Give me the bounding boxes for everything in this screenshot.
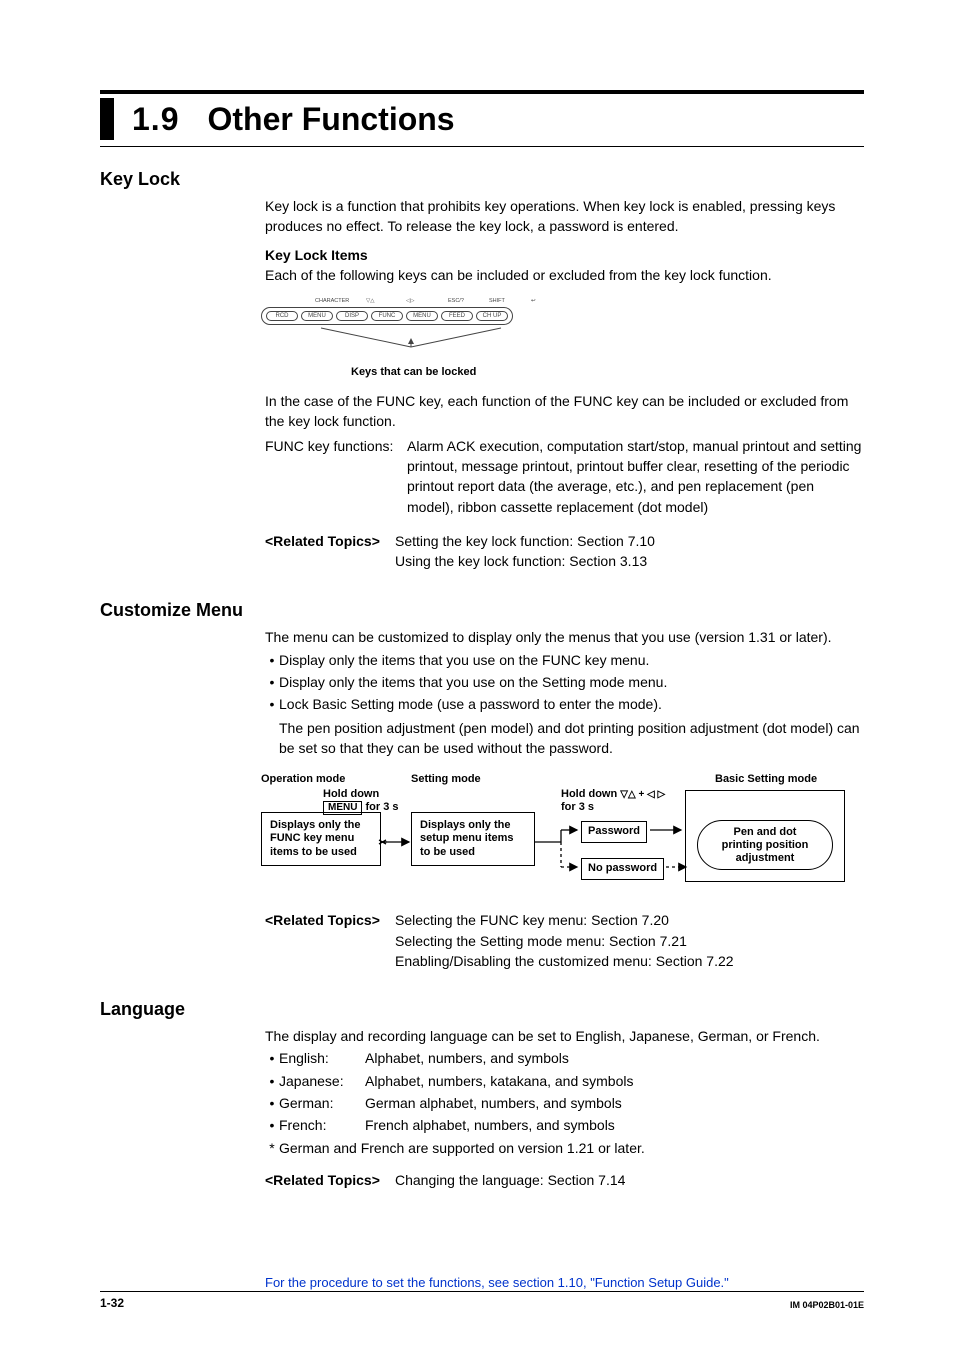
customize-bullet: Lock Basic Setting mode (use a password … <box>279 694 662 714</box>
no-password-chip: No password <box>581 858 664 880</box>
language-intro: The display and recording language can b… <box>265 1026 864 1046</box>
keylock-items-desc: Each of the following keys can be includ… <box>265 265 864 285</box>
related-topic: Selecting the Setting mode menu: Section… <box>395 931 734 951</box>
lang-desc: Alphabet, numbers, katakana, and symbols <box>365 1071 634 1091</box>
keylock-intro: Key lock is a function that prohibits ke… <box>265 196 864 237</box>
keylock-items-heading: Key Lock Items <box>265 245 864 265</box>
mode-label-basic: Basic Setting mode <box>715 772 817 788</box>
bullet-dot: • <box>265 1115 279 1135</box>
heading-key-lock: Key Lock <box>100 169 864 190</box>
asterisk: * <box>265 1138 279 1158</box>
op-mode-box: Displays only the FUNC key menu items to… <box>261 812 381 866</box>
keys-diagram: CHARACTER ▽△ ◁▷ ESC/? SHIFT ↩ RCD MENU D… <box>261 295 571 361</box>
title-stub <box>100 98 114 140</box>
customize-bullet: Display only the items that you use on t… <box>279 650 649 670</box>
bullet-dot: • <box>265 1048 279 1068</box>
mode-label-setting: Setting mode <box>411 772 481 788</box>
bullet-dot: • <box>265 672 279 692</box>
lang-name: English: <box>279 1048 365 1068</box>
lang-name: French: <box>279 1115 365 1135</box>
lang-desc: German alphabet, numbers, and symbols <box>365 1093 622 1113</box>
func-key-label: FUNC key functions: <box>265 436 407 456</box>
related-topics-label: <Related Topics> <box>265 1170 395 1190</box>
heading-customize-menu: Customize Menu <box>100 600 864 621</box>
keys-arrow-svg <box>261 295 571 361</box>
page-footer: 1-32 IM 04P02B01-01E <box>100 1291 864 1310</box>
heading-language: Language <box>100 999 864 1020</box>
pen-dot-pill: Pen and dot printing position adjustment <box>697 820 833 870</box>
keylock-func-intro: In the case of the FUNC key, each functi… <box>265 391 864 432</box>
related-topic: Selecting the FUNC key menu: Section 7.2… <box>395 910 734 930</box>
hold-down-2: Hold down ▽△ + ◁ ▷ for 3 s <box>561 788 665 814</box>
doc-id: IM 04P02B01-01E <box>790 1300 864 1310</box>
lang-name: Japanese: <box>279 1071 365 1091</box>
lang-desc: French alphabet, numbers, and symbols <box>365 1115 615 1135</box>
bullet-dot: • <box>265 1093 279 1113</box>
lang-note: German and French are supported on versi… <box>279 1138 645 1158</box>
section-title: Other Functions <box>207 101 454 138</box>
mode-label-operation: Operation mode <box>261 772 345 788</box>
related-topics-label: <Related Topics> <box>265 531 395 551</box>
related-topic: Changing the language: Section 7.14 <box>395 1170 625 1190</box>
keys-caption: Keys that can be locked <box>351 365 864 381</box>
modes-diagram: Operation mode Setting mode Basic Settin… <box>261 772 864 902</box>
password-chip: Password <box>581 821 647 843</box>
setting-mode-box: Displays only the setup menu items to be… <box>411 812 535 866</box>
bullet-dot: • <box>265 694 279 714</box>
section-number: 1.9 <box>132 101 179 138</box>
lang-name: German: <box>279 1093 365 1113</box>
customize-bullet: Display only the items that you use on t… <box>279 672 667 692</box>
bullet-dot: • <box>265 1071 279 1091</box>
menu-chip: MENU <box>323 801 362 815</box>
procedure-note: For the procedure to set the functions, … <box>265 1275 729 1290</box>
section-title-bar: 1.9 Other Functions <box>100 90 864 147</box>
customize-bullet-cont: The pen position adjustment (pen model) … <box>279 718 864 759</box>
hold-down-1: Hold down MENU for 3 s <box>323 788 399 815</box>
related-topics-label: <Related Topics> <box>265 910 395 930</box>
func-key-desc: Alarm ACK execution, computation start/s… <box>407 436 864 517</box>
related-topic: Enabling/Disabling the customized menu: … <box>395 951 734 971</box>
lang-desc: Alphabet, numbers, and symbols <box>365 1048 569 1068</box>
bullet-dot: • <box>265 650 279 670</box>
page-number: 1-32 <box>100 1296 124 1310</box>
customize-intro: The menu can be customized to display on… <box>265 627 864 647</box>
related-topic: Setting the key lock function: Section 7… <box>395 531 655 551</box>
related-topic: Using the key lock function: Section 3.1… <box>395 551 655 571</box>
